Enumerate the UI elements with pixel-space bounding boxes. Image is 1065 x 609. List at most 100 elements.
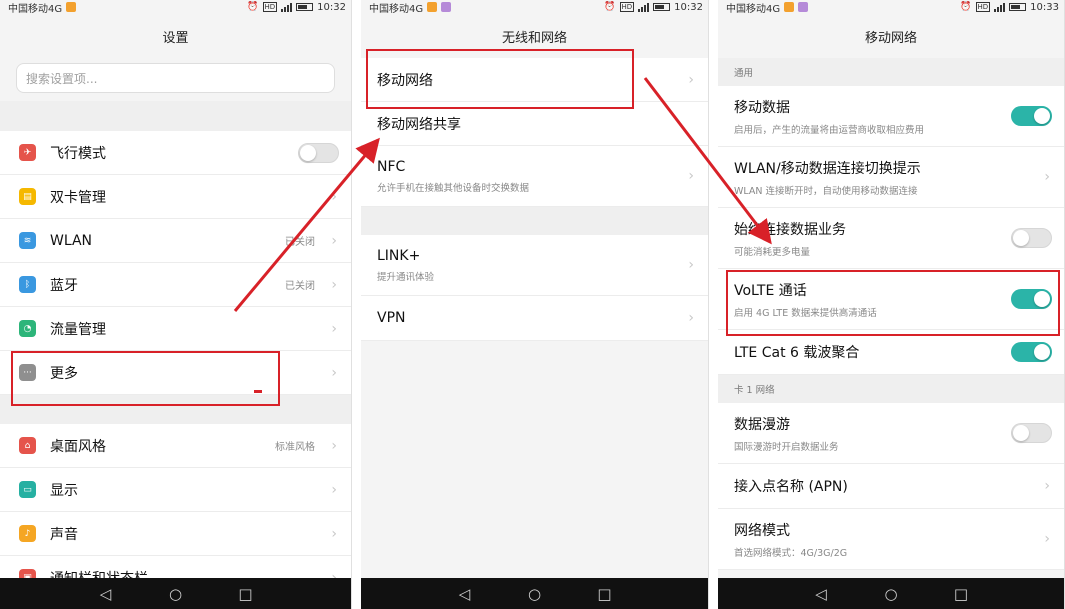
recent-apps-icon[interactable]: □ <box>236 585 256 603</box>
item-label: 网络模式 <box>734 522 790 539</box>
mobile-network-screen: 中国移动4G ⏰ HD 10:33 移动网络 通用 移动数据 启用后，产生的流量… <box>718 0 1065 609</box>
chevron-right-icon: › <box>331 437 337 454</box>
item-label: WLAN/移动数据连接切换提示 <box>734 160 921 177</box>
home-button-icon[interactable]: ○ <box>525 585 545 603</box>
item-label: 移动网络 <box>377 72 433 89</box>
network-mode-item[interactable]: 网络模式 首选网络模式：4G/3G/2G › <box>718 509 1064 570</box>
bluetooth-icon: ᛒ <box>19 276 36 293</box>
wireless-networks-screen: 中国移动4G ⏰ HD 10:32 无线和网络 移动网络 › 移动网络共享 NF… <box>361 0 709 609</box>
airplane-mode-item[interactable]: ✈ 飞行模式 <box>0 131 351 175</box>
back-icon[interactable]: ◁ <box>96 585 116 603</box>
item-label: NFC <box>377 158 406 175</box>
notification-badge-icon <box>427 2 438 12</box>
volte-toggle[interactable] <box>1011 289 1052 309</box>
item-label: 桌面风格 <box>50 438 106 455</box>
settings-group-connectivity: ✈ 飞行模式 ▤ 双卡管理 › ≋ WLAN 已关闭 › ᛒ 蓝牙 已关闭 › … <box>0 131 351 395</box>
item-label: LTE Cat 6 载波聚合 <box>734 345 860 361</box>
recent-apps-icon[interactable]: □ <box>951 585 971 603</box>
bluetooth-item[interactable]: ᛒ 蓝牙 已关闭 › <box>0 263 351 307</box>
notification-badge-icon <box>784 2 795 12</box>
data-roaming-item[interactable]: 数据漫游 国际漫游时开启数据业务 <box>718 403 1064 464</box>
chevron-right-icon: › <box>688 257 694 273</box>
back-icon[interactable]: ◁ <box>455 585 475 603</box>
chevron-right-icon: › <box>688 168 694 184</box>
page-title: 设置 <box>0 14 351 58</box>
item-label: 飞行模式 <box>50 145 106 162</box>
mobile-data-toggle[interactable] <box>1011 106 1052 126</box>
chevron-right-icon: › <box>1044 478 1050 494</box>
item-label: 蓝牙 <box>50 277 78 294</box>
nfc-item[interactable]: NFC 允许手机在接触其他设备时交换数据 › <box>361 146 708 207</box>
lte-cat6-item[interactable]: LTE Cat 6 载波聚合 <box>718 330 1064 375</box>
search-input[interactable]: 搜索设置项... <box>16 63 335 93</box>
volte-item[interactable]: VoLTE 通话 启用 4G LTE 数据来提供高清通话 <box>718 269 1064 330</box>
chevron-right-icon: › <box>331 320 337 337</box>
section-header-general: 通用 <box>718 58 1064 86</box>
carrier-label: 中国移动4G <box>369 3 424 15</box>
notification-badge-icon <box>441 2 452 12</box>
wlan-switch-prompt-item[interactable]: WLAN/移动数据连接切换提示 WLAN 连接断开时，自动使用移动数据连接 › <box>718 147 1064 208</box>
item-value: 已关闭 <box>285 237 315 248</box>
battery-icon <box>296 3 314 11</box>
apn-item[interactable]: 接入点名称 (APN) › <box>718 464 1064 509</box>
clock-time: 10:33 <box>1030 1 1059 13</box>
hd-voice-icon: HD <box>975 2 991 12</box>
display-item[interactable]: ▭ 显示 › <box>0 468 351 512</box>
alarm-icon: ⏰ <box>247 2 259 12</box>
chevron-right-icon: › <box>688 71 694 88</box>
chevron-right-icon: › <box>331 364 337 381</box>
chevron-right-icon: › <box>331 188 337 205</box>
vpn-item[interactable]: VPN › <box>361 296 708 341</box>
sound-item[interactable]: ♪ 声音 › <box>0 512 351 556</box>
back-icon[interactable]: ◁ <box>811 585 831 603</box>
item-label: 流量管理 <box>50 321 106 338</box>
airplane-mode-toggle[interactable] <box>298 142 339 163</box>
item-subtitle: 允许手机在接触其他设备时交换数据 <box>377 182 530 194</box>
home-style-item[interactable]: ⌂ 桌面风格 标准风格 › <box>0 424 351 468</box>
alarm-icon: ⏰ <box>960 2 972 12</box>
clock-time: 10:32 <box>674 1 703 13</box>
home-button-icon[interactable]: ○ <box>881 585 901 603</box>
home-icon: ⌂ <box>19 437 36 454</box>
battery-icon <box>1009 3 1027 11</box>
carrier-label: 中国移动4G <box>8 3 63 15</box>
item-label: LINK+ <box>377 247 421 264</box>
chevron-right-icon: › <box>1044 531 1050 547</box>
link-plus-item[interactable]: LINK+ 提升通讯体验 › <box>361 235 708 296</box>
signal-icon <box>994 2 1006 12</box>
chevron-right-icon: › <box>331 232 337 249</box>
status-bar: 中国移动4G ⏰ HD 10:32 <box>0 0 351 15</box>
chevron-right-icon: › <box>688 310 694 326</box>
chevron-right-icon: › <box>331 481 337 498</box>
lte-cat6-toggle[interactable] <box>1011 342 1052 362</box>
status-bar: 中国移动4G ⏰ HD 10:33 <box>718 0 1064 15</box>
mobile-network-item[interactable]: 移动网络 › <box>361 58 708 102</box>
item-label: 显示 <box>50 482 78 499</box>
wifi-icon: ≋ <box>19 232 36 249</box>
item-subtitle: 启用后，产生的流量将由运营商收取相应费用 <box>734 124 925 136</box>
more-item[interactable]: ··· 更多 › <box>0 351 351 395</box>
data-roaming-toggle[interactable] <box>1011 423 1052 443</box>
wlan-item[interactable]: ≋ WLAN 已关闭 › <box>0 219 351 263</box>
item-subtitle: 启用 4G LTE 数据来提供高清通话 <box>734 307 877 319</box>
status-bar: 中国移动4G ⏰ HD 10:32 <box>361 0 708 15</box>
settings-group-display: ⌂ 桌面风格 标准风格 › ▭ 显示 › ♪ 声音 › ▣ 通知栏和状态栏 › <box>0 424 351 600</box>
chevron-right-icon: › <box>331 276 337 293</box>
recent-apps-icon[interactable]: □ <box>595 585 615 603</box>
always-on-data-toggle[interactable] <box>1011 228 1052 248</box>
divider <box>0 395 351 424</box>
data-usage-item[interactable]: ◔ 流量管理 › <box>0 307 351 351</box>
nav-bar: ◁ ○ □ <box>718 578 1064 609</box>
always-on-data-item[interactable]: 始终连接数据业务 可能消耗更多电量 <box>718 208 1064 269</box>
tethering-item[interactable]: 移动网络共享 <box>361 102 708 146</box>
mobile-network-group-card1: 数据漫游 国际漫游时开启数据业务 接入点名称 (APN) › 网络模式 首选网络… <box>718 403 1064 570</box>
data-usage-icon: ◔ <box>19 320 36 337</box>
item-subtitle: 提升通讯体验 <box>377 271 435 283</box>
mobile-data-item[interactable]: 移动数据 启用后，产生的流量将由运营商收取相应费用 <box>718 86 1064 147</box>
battery-icon <box>653 3 671 11</box>
dual-sim-item[interactable]: ▤ 双卡管理 › <box>0 175 351 219</box>
airplane-icon: ✈ <box>19 144 36 161</box>
item-label: 声音 <box>50 526 78 543</box>
home-button-icon[interactable]: ○ <box>166 585 186 603</box>
page-title: 移动网络 <box>718 14 1064 58</box>
